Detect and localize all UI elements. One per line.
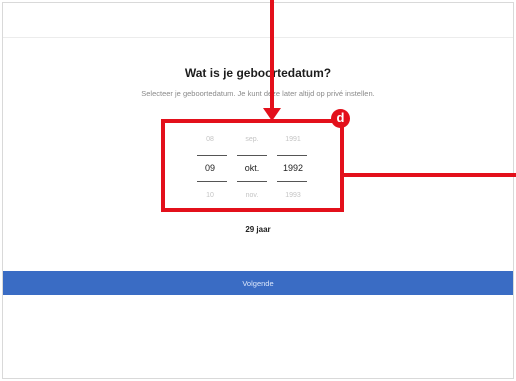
annotation-arrow-line [270, 0, 274, 112]
age-label: 29 jaar [245, 225, 271, 234]
page-title: Wat is je geboortedatum? [184, 66, 332, 80]
annotation-box [161, 119, 344, 212]
page-subtitle: Selecteer je geboortedatum. Je kunt deze… [141, 89, 375, 98]
top-bar [3, 3, 513, 38]
annotation-connector-line [344, 173, 516, 177]
next-button[interactable]: Volgende [3, 271, 513, 295]
annotation-badge: d [331, 109, 350, 128]
